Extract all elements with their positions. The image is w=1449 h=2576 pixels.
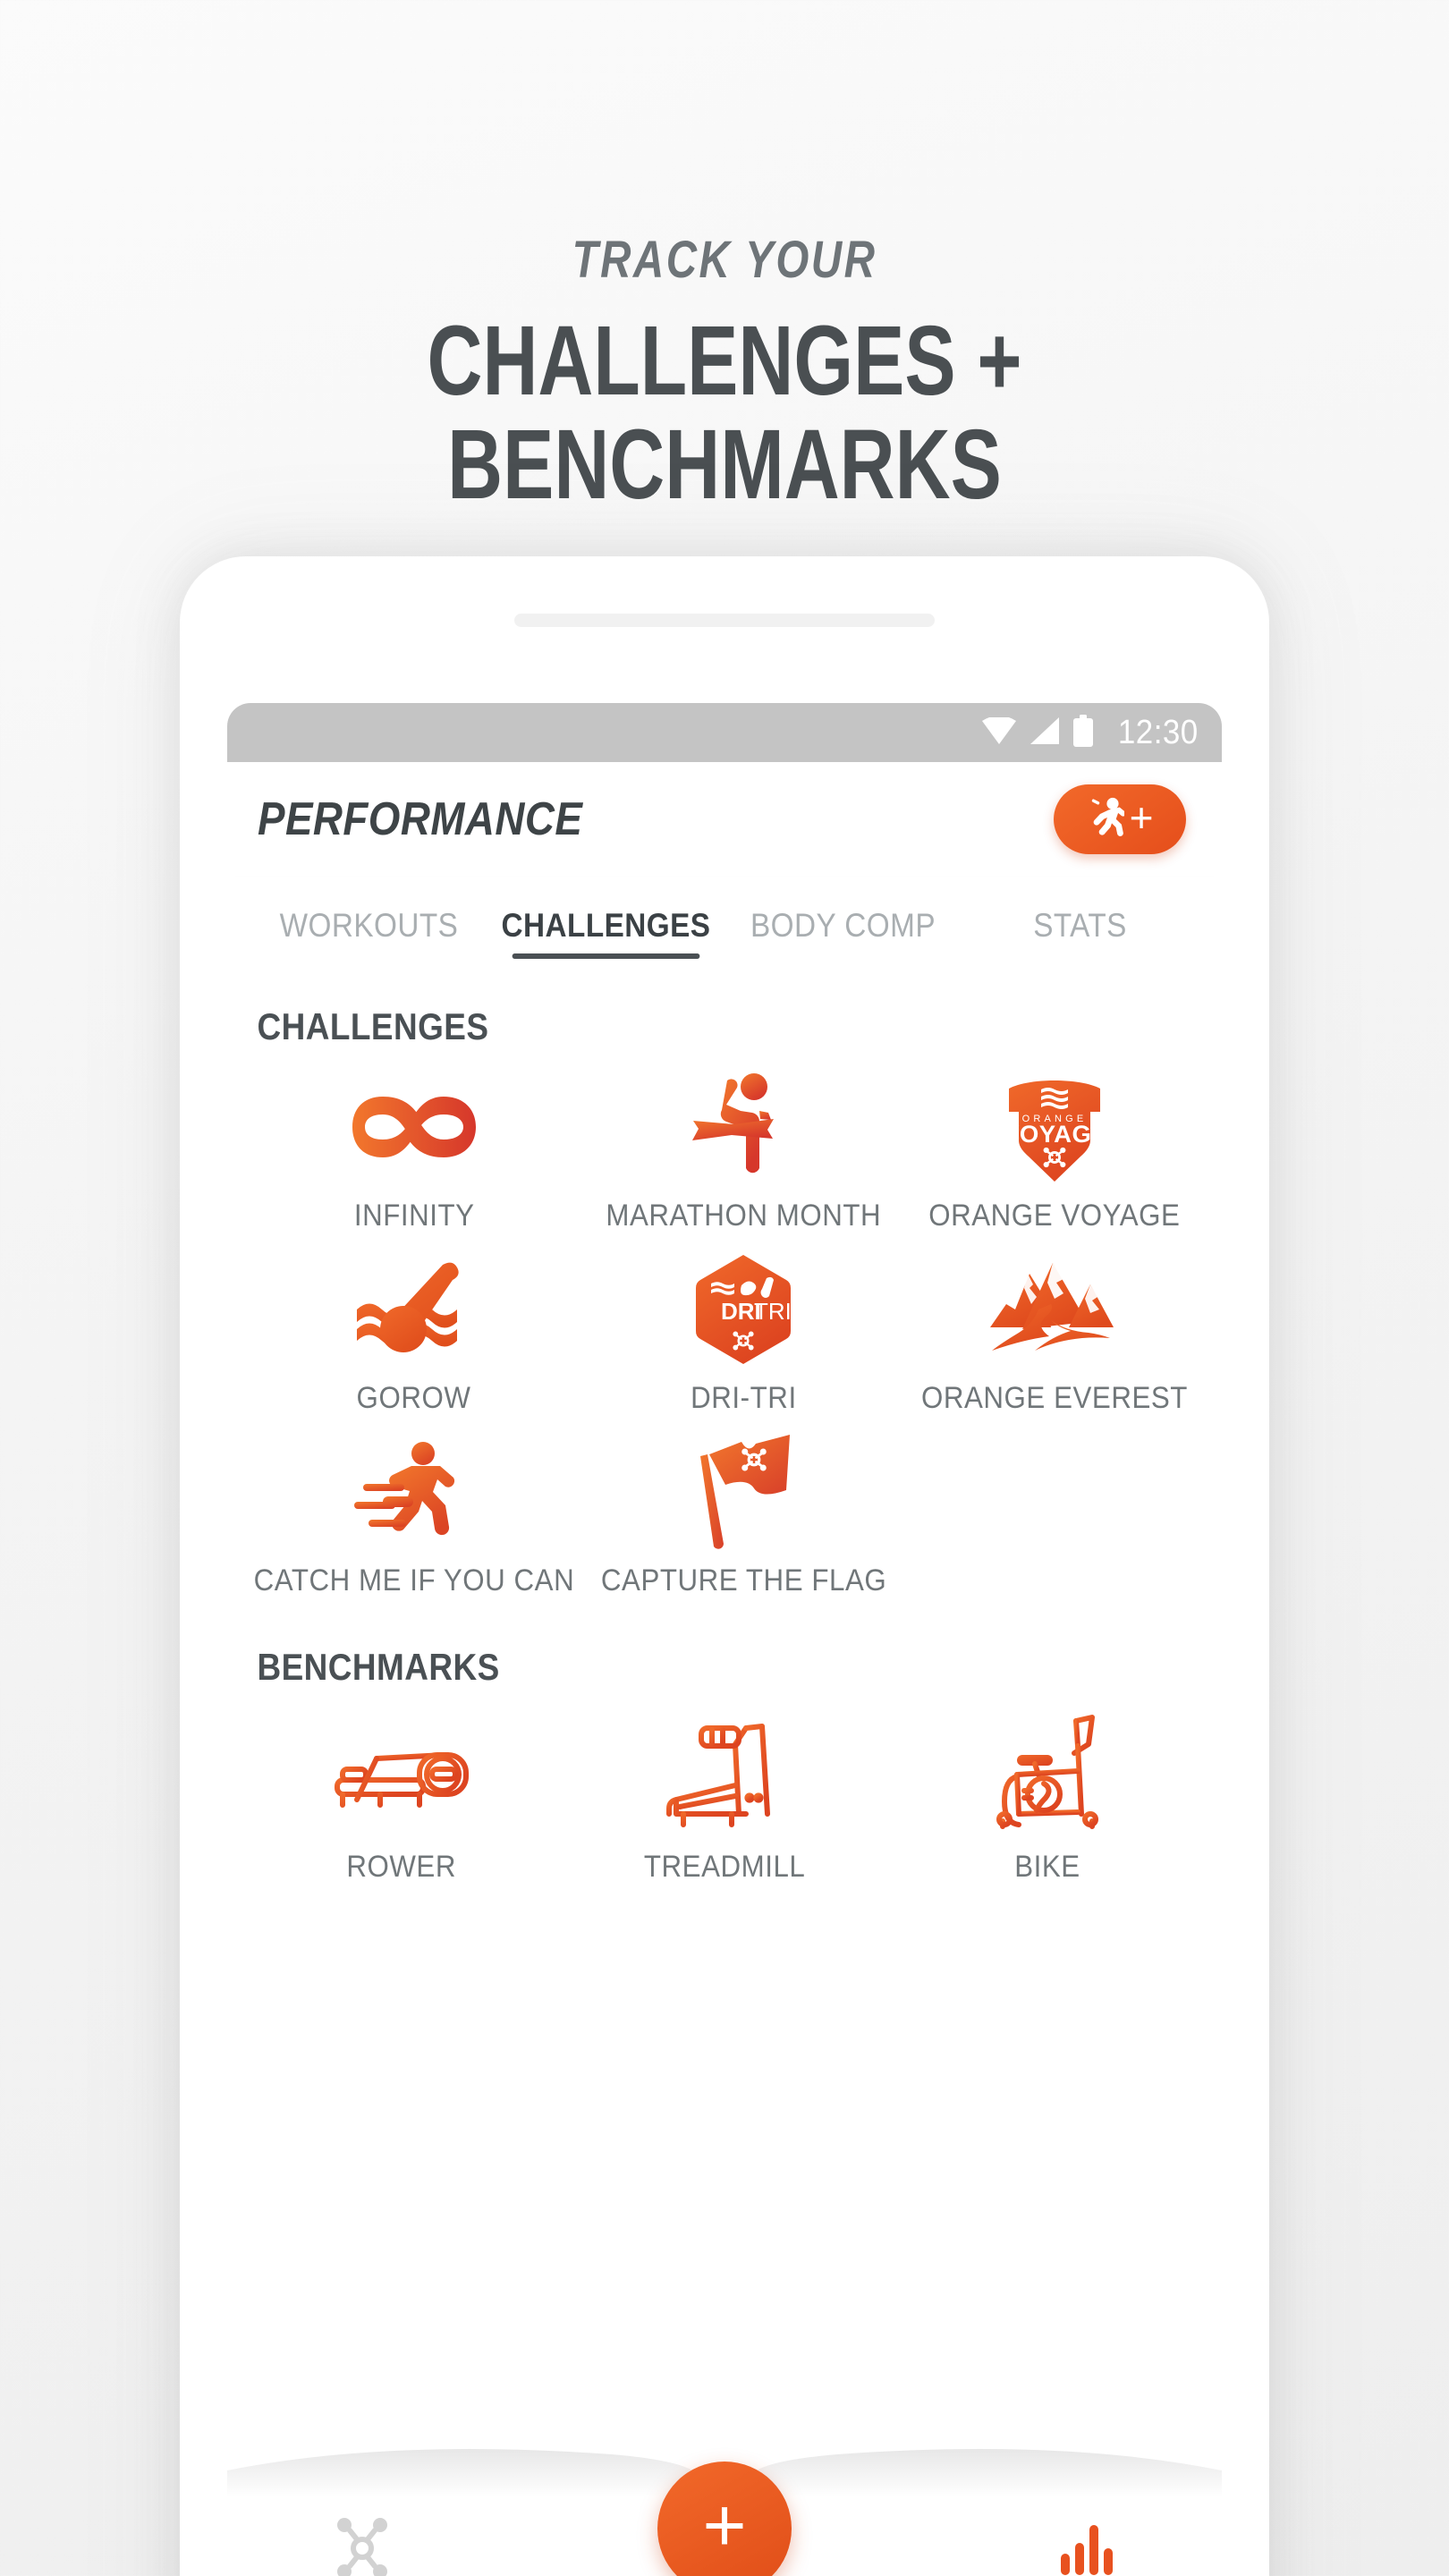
bar-chart-icon: [1059, 2520, 1114, 2576]
benchmark-item-rower[interactable]: ROWER: [240, 1692, 563, 1891]
challenge-item-dri-tri[interactable]: DRI TRI DRI-TRI: [589, 1234, 899, 1417]
phone-mockup: 12:30 PERFORMANCE + WORKOUTS CHALLENGES …: [180, 556, 1269, 2576]
challenge-item-orange-voyage[interactable]: ORANGE VOYAGE ORANGE VOYAGE: [899, 1052, 1209, 1234]
phone-screen: 12:30 PERFORMANCE + WORKOUTS CHALLENGES …: [227, 703, 1222, 2576]
nav-item-stats[interactable]: [1038, 2520, 1136, 2576]
marathon-ribbon-runner-icon: [681, 1072, 806, 1182]
rower-machine-icon: [330, 1712, 473, 1834]
benchmarks-section-title: BENCHMARKS: [257, 1646, 500, 1688]
challenge-label: MARATHON MONTH: [606, 1199, 882, 1233]
phone-speaker-grille: [514, 614, 935, 627]
challenge-label: DRI-TRI: [691, 1381, 797, 1415]
challenge-label: ORANGE VOYAGE: [928, 1199, 1181, 1233]
svg-text:TRI: TRI: [754, 1298, 792, 1325]
otf-logo-icon: [333, 2515, 392, 2576]
challenges-grid: INFINITY MARATHON MONTH ORANGE VOYAGE OR…: [227, 1052, 1222, 1599]
page-title: PERFORMANCE: [258, 793, 583, 845]
tab-stats[interactable]: STATS: [973, 907, 1187, 959]
benchmark-item-treadmill[interactable]: TREADMILL: [563, 1692, 886, 1891]
tab-challenges[interactable]: CHALLENGES: [499, 907, 713, 959]
promo-header: TRACK YOUR CHALLENGES + BENCHMARKS: [0, 0, 1449, 516]
promo-eyebrow: TRACK YOUR: [572, 231, 877, 289]
challenge-label: CAPTURE THE FLAG: [600, 1563, 887, 1597]
challenge-item-orange-everest[interactable]: ORANGE EVEREST: [899, 1234, 1209, 1417]
challenges-section-title: CHALLENGES: [257, 1005, 489, 1047]
benchmark-label: BIKE: [1014, 1850, 1081, 1884]
running-person-icon: [1087, 797, 1126, 843]
tab-body-comp[interactable]: BODY COMP: [736, 907, 950, 959]
challenges-grid-empty-cell: [899, 1417, 1209, 1599]
challenge-label: ORANGE EVEREST: [920, 1381, 1188, 1415]
status-bar-time: 12:30: [1118, 713, 1199, 751]
status-bar: 12:30: [227, 703, 1222, 762]
challenge-item-infinity[interactable]: INFINITY: [240, 1052, 589, 1234]
plus-icon: +: [702, 2483, 747, 2567]
challenge-item-marathon-month[interactable]: MARATHON MONTH: [589, 1052, 899, 1234]
cellular-signal-icon: [1029, 716, 1060, 749]
running-speedlines-icon: [349, 1436, 479, 1547]
flag-icon: [686, 1435, 801, 1549]
rowing-oar-water-icon: [350, 1254, 479, 1365]
challenge-label: CATCH ME IF YOU CAN: [253, 1563, 575, 1597]
nav-item-otf-logo[interactable]: [313, 2515, 411, 2576]
battery-icon: [1072, 714, 1095, 751]
challenge-label: INFINITY: [353, 1199, 475, 1233]
orange-voyage-shield-icon: ORANGE VOYAGE: [1002, 1072, 1107, 1182]
wifi-icon: [982, 715, 1017, 749]
content-area: CHALLENGES INFINITY MARATHON MONTH ORANG…: [227, 959, 1222, 2576]
svg-text:VOYAGE: VOYAGE: [1003, 1120, 1107, 1148]
challenge-label: GOROW: [356, 1381, 471, 1415]
benchmark-label: ROWER: [346, 1850, 456, 1884]
benchmark-item-bike[interactable]: BIKE: [886, 1692, 1209, 1891]
mountains-icon: [987, 1254, 1123, 1365]
app-header: PERFORMANCE +: [227, 762, 1222, 877]
tab-workouts[interactable]: WORKOUTS: [262, 907, 476, 959]
challenge-item-gorow[interactable]: GOROW: [240, 1234, 589, 1417]
exercise-bike-icon: [985, 1712, 1110, 1834]
promo-title: CHALLENGES + BENCHMARKS: [427, 306, 1022, 520]
benchmark-label: TREADMILL: [643, 1850, 806, 1884]
challenge-item-capture-the-flag[interactable]: CAPTURE THE FLAG: [589, 1417, 899, 1599]
add-workout-plus-label: +: [1129, 794, 1154, 841]
bottom-navigation-bar: +: [227, 2435, 1222, 2576]
add-workout-button[interactable]: +: [1054, 784, 1186, 854]
treadmill-icon: [664, 1712, 785, 1834]
infinity-icon: [347, 1072, 481, 1182]
benchmarks-grid: ROWER TREADMILL BIKE: [227, 1692, 1222, 1891]
dri-tri-hexagon-icon: DRI TRI: [691, 1254, 795, 1365]
tab-bar: WORKOUTS CHALLENGES BODY COMP STATS: [227, 877, 1222, 959]
challenge-item-catch-me-if-you-can[interactable]: CATCH ME IF YOU CAN: [240, 1417, 589, 1599]
